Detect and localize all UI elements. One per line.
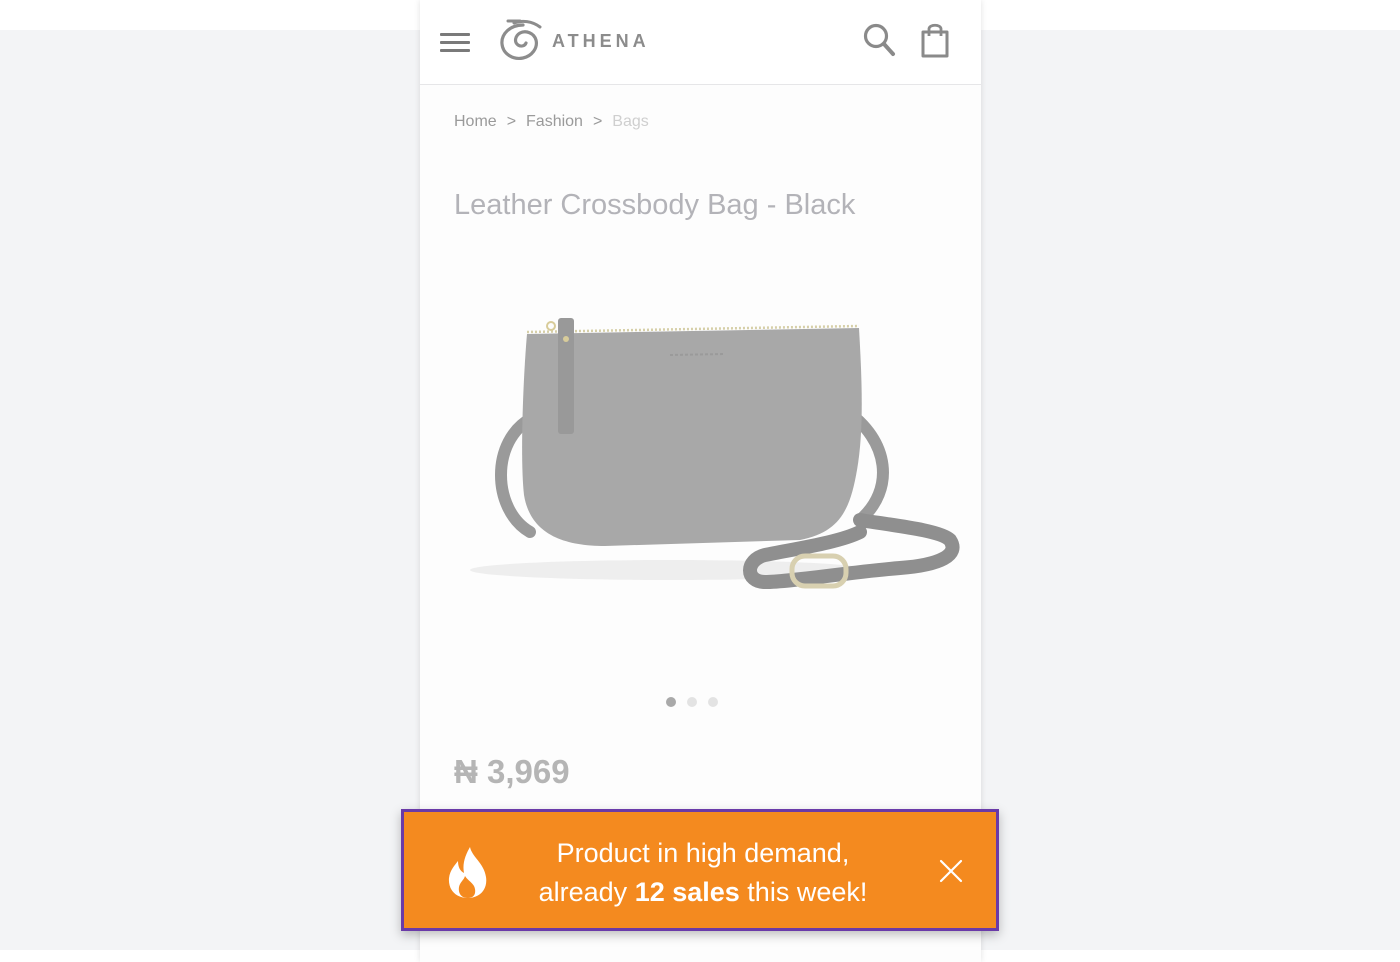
notification-message: Product in high demand, already 12 sales… [504,834,902,912]
logo-text: ATHENA [552,30,650,51]
search-icon[interactable] [862,22,898,60]
product-price: ₦ 3,969 [454,753,570,790]
hamburger-menu-icon[interactable] [440,31,472,53]
breadcrumb-fashion[interactable]: Fashion [526,113,583,131]
breadcrumb: Home > Fashion > Bags [454,113,649,131]
logo-swirl-icon [500,19,542,60]
product-image[interactable] [420,270,981,665]
breadcrumb-bags: Bags [612,113,649,130]
breadcrumb-separator: > [592,113,603,130]
app-header: ATHENA [420,0,981,85]
notification-suffix: this week! [739,877,868,907]
sales-count: 12 sales [634,877,740,907]
close-icon[interactable] [938,858,964,884]
notification-line-1: Product in high demand, [556,838,850,868]
brand-logo[interactable]: ATHENA [498,18,650,64]
carousel-dot[interactable] [708,697,718,707]
product-title: Leather Crossbody Bag - Black [454,189,856,221]
breadcrumb-separator: > [506,113,517,130]
notification-line-2: already 12 sales this week! [504,873,902,912]
flame-icon [446,845,490,899]
carousel-dot[interactable] [687,697,697,707]
carousel-dot[interactable] [666,697,676,707]
carousel-dots [666,697,718,707]
high-demand-notification: Product in high demand, already 12 sales… [401,809,999,931]
shopping-bag-icon[interactable] [918,20,952,60]
breadcrumb-home[interactable]: Home [454,113,497,131]
notification-prefix: already [538,877,635,907]
